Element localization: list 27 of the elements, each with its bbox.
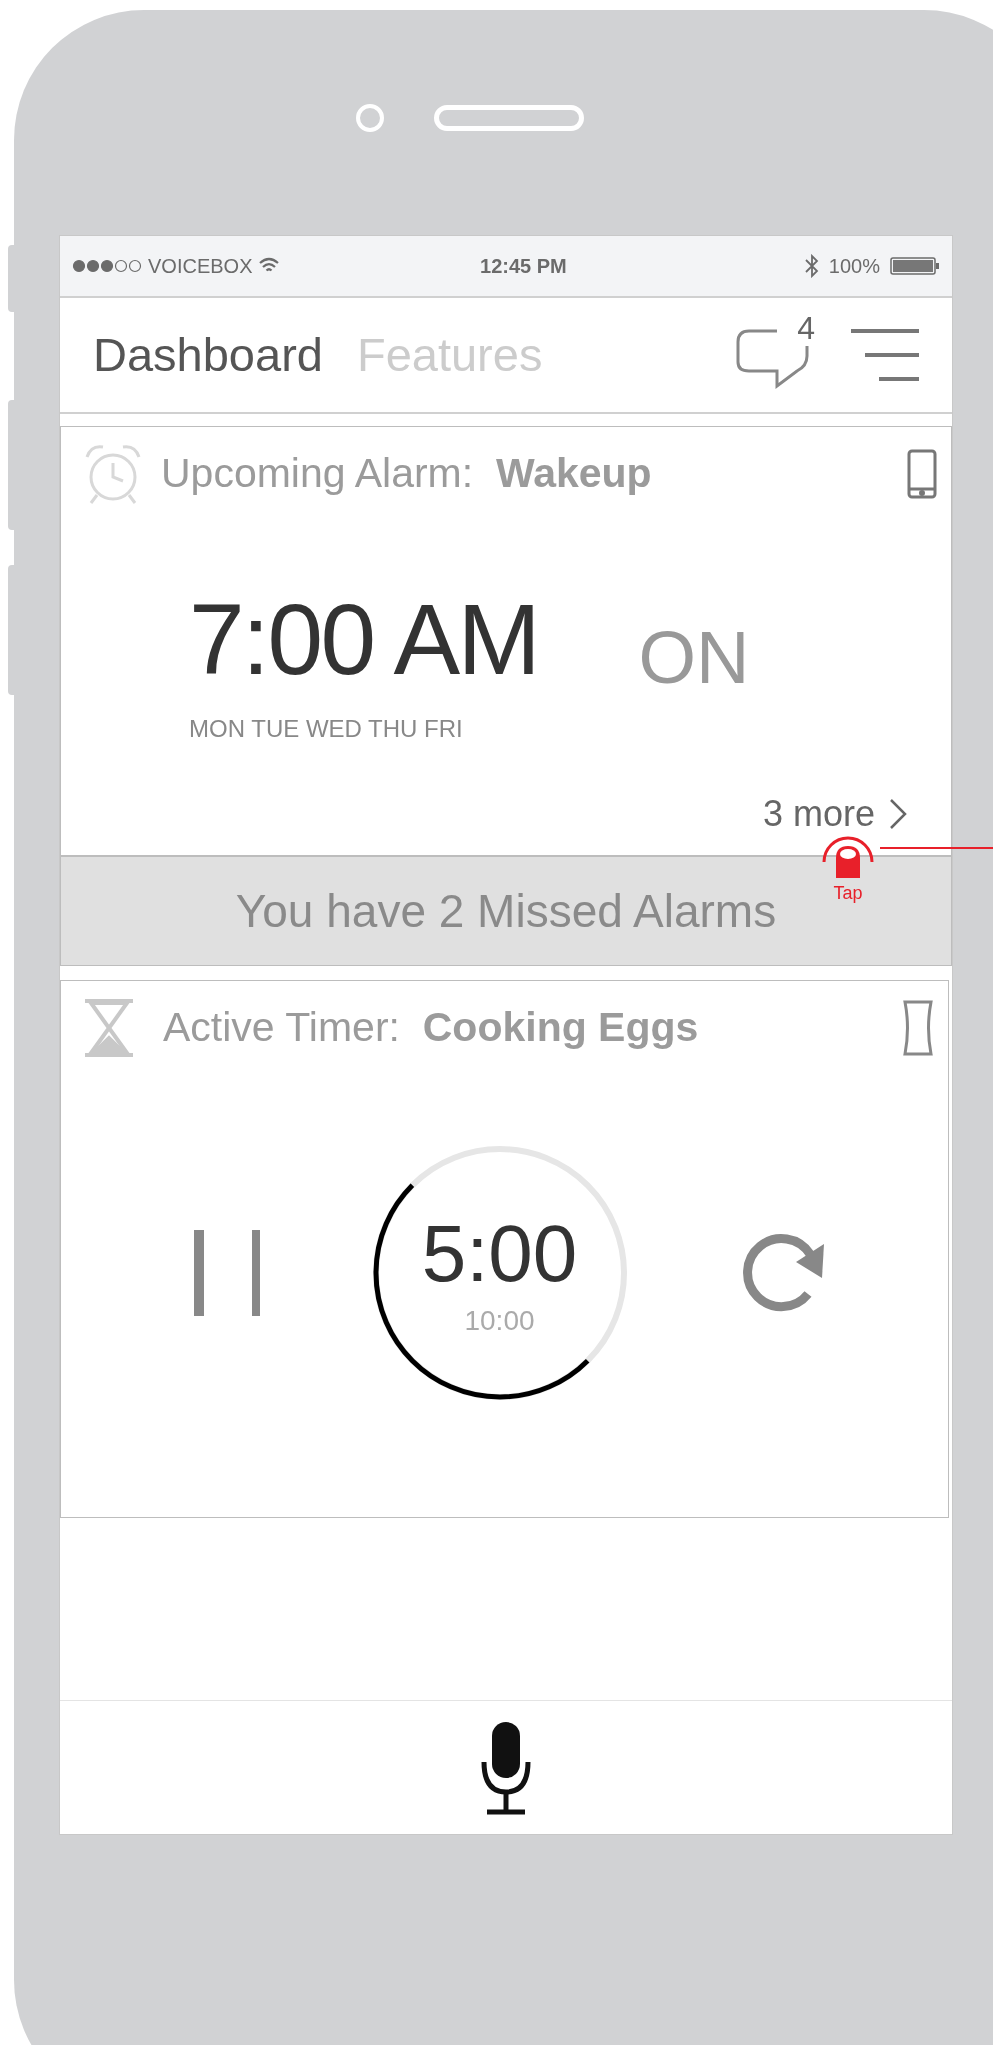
carrier-name: VOICEBOX — [148, 254, 253, 279]
menu-icon — [851, 328, 919, 382]
alarm-time: 7:00 AM — [189, 589, 539, 689]
timer-remaining: 5:00 — [421, 1213, 578, 1294]
tap-annotation-label: Tap — [833, 884, 863, 902]
menu-button[interactable] — [851, 328, 919, 382]
alarm-status: ON — [638, 621, 750, 695]
glass-icon — [902, 998, 934, 1057]
timer-heading: Active Timer: Cooking Eggs — [163, 1003, 700, 1052]
alarm-heading: Upcoming Alarm: Wakeup — [161, 449, 653, 499]
battery-icon — [890, 256, 940, 276]
camera-icon — [356, 103, 384, 132]
bluetooth-icon — [804, 254, 819, 278]
hourglass-icon — [83, 997, 135, 1058]
alarm-clock-icon — [83, 443, 143, 505]
battery-percent: 100% — [828, 254, 880, 279]
microphone-icon — [479, 1719, 533, 1816]
alarm-days: MON TUE WED THU FRI — [61, 711, 951, 747]
phone-icon — [907, 449, 937, 499]
message-count: 4 — [797, 312, 815, 344]
chevron-right-icon — [889, 798, 907, 830]
timer-total: 10:00 — [464, 1303, 535, 1338]
clock-time: 12:45 PM — [479, 254, 568, 279]
more-alarms-link[interactable]: 3 more — [762, 787, 907, 841]
signal-strength-icon — [72, 259, 142, 273]
microphone-button[interactable] — [479, 1719, 533, 1816]
nav-tab[interactable]: Dashboard — [93, 319, 323, 391]
